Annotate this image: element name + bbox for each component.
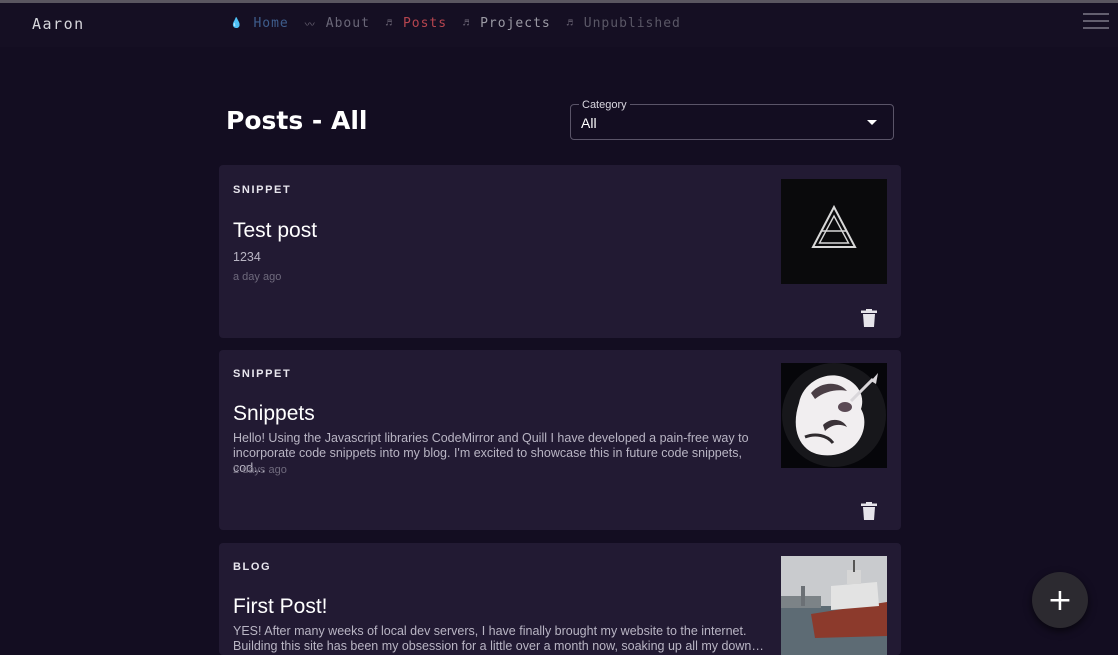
menu-icon[interactable]	[1083, 13, 1109, 34]
caret-down-icon	[867, 120, 877, 125]
trash-icon[interactable]	[861, 309, 877, 327]
post-thumbnail	[781, 179, 887, 284]
post-title[interactable]: Test post	[233, 219, 317, 243]
post-category: SNIPPET	[233, 184, 292, 196]
add-post-button[interactable]: +	[1032, 572, 1088, 628]
nav-home-link[interactable]: Home	[253, 16, 288, 31]
post-excerpt: 1234	[233, 250, 261, 264]
post-card[interactable]: SNIPPET Test post 1234 a day ago	[219, 165, 901, 338]
drop-icon: 💧	[230, 18, 244, 29]
wave-icon: 〰	[304, 20, 316, 31]
nav-unpublished-link[interactable]: Unpublished	[584, 16, 681, 31]
music-note-icon: ♬	[566, 18, 574, 29]
ship-photo-icon	[781, 556, 887, 655]
category-label: Category	[579, 99, 630, 111]
post-thumbnail	[781, 556, 887, 655]
post-category: BLOG	[233, 561, 272, 573]
post-thumbnail	[781, 363, 887, 468]
post-time: 2 days ago	[233, 464, 287, 476]
cat-logo-icon	[782, 363, 886, 467]
music-note-icon: ♬	[385, 18, 393, 29]
nav-projects-link[interactable]: Projects	[480, 16, 551, 31]
post-excerpt: Hello! Using the Javascript libraries Co…	[233, 431, 749, 475]
triangle-logo-icon	[811, 204, 857, 248]
music-note-icon: ♬	[463, 18, 471, 29]
trash-icon[interactable]	[861, 502, 877, 520]
post-excerpt: YES! After many weeks of local dev serve…	[233, 624, 764, 653]
top-navbar: Aaron 💧 Home 〰 About ♬ Posts ♬ Projects …	[0, 3, 1118, 47]
category-select[interactable]: Category All	[570, 99, 894, 140]
nav-posts-link[interactable]: Posts	[403, 16, 447, 31]
post-title[interactable]: First Post!	[233, 595, 328, 619]
page-title: Posts - All	[226, 106, 368, 135]
post-card[interactable]: SNIPPET Snippets Hello! Using the Javasc…	[219, 350, 901, 530]
post-card[interactable]: BLOG First Post! YES! After many weeks o…	[219, 543, 901, 655]
post-category: SNIPPET	[233, 368, 292, 380]
post-time: a day ago	[233, 271, 282, 283]
post-title[interactable]: Snippets	[233, 402, 315, 426]
brand-logo[interactable]: Aaron	[32, 15, 85, 33]
nav-about-link[interactable]: About	[326, 16, 370, 31]
nav-links: 💧 Home 〰 About ♬ Posts ♬ Projects ♬ Unpu…	[230, 16, 697, 31]
category-value: All	[581, 115, 597, 131]
